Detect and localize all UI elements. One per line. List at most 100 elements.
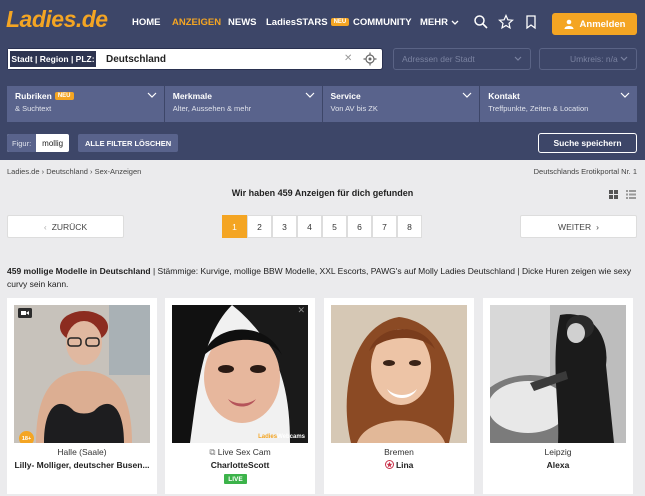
- chevron-down-icon: [620, 56, 628, 61]
- new-badge: NEU: [330, 18, 350, 26]
- filter-rubriken[interactable]: Rubriken NEU & Suchtext: [7, 86, 165, 122]
- active-filter-value: mollig: [42, 138, 64, 148]
- breadcrumb-separator: ›: [90, 167, 93, 176]
- star-badge-icon: [384, 460, 394, 469]
- breadcrumb-item[interactable]: Deutschland: [46, 167, 88, 176]
- nav-mehr-label: MEHR: [420, 17, 448, 28]
- chevron-right-icon: ›: [596, 221, 599, 232]
- result-count: Wir haben 459 Anzeigen für dich gefunden: [231, 188, 414, 198]
- filter-title: Merkmale: [172, 91, 212, 101]
- profile-photo[interactable]: 18+: [14, 305, 150, 443]
- breadcrumb: Ladies.de › Deutschland › Sex-Anzeigen: [7, 167, 141, 176]
- watermark-b: Webcams: [277, 434, 305, 440]
- card-city: Leipzig: [544, 447, 572, 457]
- card-name[interactable]: Lilly- Molliger, deutscher Busen...: [7, 460, 157, 470]
- breadcrumb-separator: ›: [41, 167, 45, 176]
- radius-select[interactable]: Umkreis: n/a: [539, 48, 637, 70]
- new-badge: NEU: [54, 92, 74, 100]
- search-input[interactable]: Deutschland: [106, 54, 166, 65]
- logo[interactable]: Ladies.de: [6, 6, 108, 33]
- chevron-down-icon: [462, 92, 472, 98]
- search-icon[interactable]: [473, 14, 489, 30]
- locate-icon[interactable]: [363, 52, 377, 66]
- filter-title: Service: [330, 91, 361, 101]
- profile-photo[interactable]: [331, 305, 467, 443]
- nav-home[interactable]: HOME: [132, 17, 161, 28]
- bookmark-icon[interactable]: [523, 14, 539, 30]
- page-7[interactable]: 7: [372, 215, 397, 238]
- description-headline: 459 mollige Modelle in Deutschland: [7, 266, 151, 276]
- radius-placeholder: Umkreis: n/a: [570, 54, 618, 64]
- live-badge: LIVE: [224, 474, 247, 484]
- card-name[interactable]: CharlotteScott: [165, 460, 315, 470]
- prev-page-label: ZURÜCK: [51, 221, 88, 232]
- chevron-down-icon: [514, 56, 522, 61]
- filter-subtitle: Alter, Aussehen & mehr: [172, 104, 252, 113]
- search-label: Stadt | Region | PLZ:: [8, 49, 98, 69]
- nav-news[interactable]: NEWS: [228, 17, 257, 28]
- location-search[interactable]: Stadt | Region | PLZ: Deutschland ✕: [7, 48, 383, 70]
- chevron-down-icon: [451, 20, 459, 25]
- card-city: Bremen: [384, 447, 414, 457]
- next-page-button[interactable]: WEITER ›: [520, 215, 637, 238]
- webcam-watermark: LadiesWebcams: [258, 434, 305, 440]
- filter-subtitle: Von AV bis ZK: [330, 104, 378, 113]
- page-8[interactable]: 8: [397, 215, 422, 238]
- grid-view-icon[interactable]: [609, 190, 618, 199]
- chevron-down-icon: [620, 92, 630, 98]
- card-name[interactable]: Lina: [324, 460, 474, 470]
- chevron-down-icon: [305, 92, 314, 98]
- page-3[interactable]: 3: [272, 215, 297, 238]
- address-select[interactable]: Adressen der Stadt: [393, 48, 531, 70]
- nav-anzeigen[interactable]: ANZEIGEN: [172, 17, 221, 28]
- card-city-label: Live Sex Cam: [217, 447, 271, 457]
- star-icon[interactable]: [498, 14, 514, 30]
- chevron-down-icon: [147, 92, 157, 98]
- close-icon[interactable]: ✕: [297, 305, 305, 316]
- profile-photo-image: [14, 305, 150, 443]
- page-5[interactable]: 5: [322, 215, 347, 238]
- clear-filters-button[interactable]: ALLE FILTER LÖSCHEN: [78, 134, 179, 152]
- filter-subtitle: & Suchtext: [15, 104, 52, 113]
- nav-community[interactable]: COMMUNITY: [353, 17, 412, 28]
- address-placeholder: Adressen der Stadt: [402, 54, 475, 64]
- category-description: 459 mollige Modelle in Deutschland | Stä…: [7, 265, 635, 290]
- filter-title: Kontakt: [488, 91, 520, 101]
- login-button[interactable]: Anmelden: [552, 13, 637, 35]
- page-6[interactable]: 6: [347, 215, 372, 238]
- nav-ladiesstars[interactable]: LadiesSTARS NEU: [266, 17, 350, 28]
- video-icon: [18, 308, 32, 318]
- page-1[interactable]: 1: [222, 215, 247, 238]
- active-filter-chip[interactable]: Figur: mollig: [7, 134, 70, 152]
- card-city: ⧉ Live Sex Cam: [165, 447, 315, 458]
- nav-mehr[interactable]: MEHR: [420, 17, 459, 28]
- page-4[interactable]: 4: [297, 215, 322, 238]
- filter-bar: Rubriken NEU & Suchtext Merkmale Alter, A…: [7, 86, 637, 122]
- page-2[interactable]: 2: [247, 215, 272, 238]
- prev-page-button[interactable]: ‹ ZURÜCK: [7, 215, 124, 238]
- filter-merkmale[interactable]: Merkmale Alter, Aussehen & mehr: [165, 86, 323, 122]
- filter-title: Rubriken: [15, 91, 52, 101]
- filter-kontakt[interactable]: Kontakt Treffpunkte, Zeiten & Location: [480, 86, 637, 122]
- card-name[interactable]: Alexa: [483, 460, 633, 470]
- next-page-label: WEITER: [558, 221, 592, 232]
- list-view-icon[interactable]: [626, 190, 636, 199]
- clear-icon[interactable]: ✕: [344, 53, 352, 64]
- watermark-a: Ladies: [258, 434, 278, 440]
- active-filter-label: Figur:: [7, 134, 37, 152]
- user-icon: [564, 19, 574, 29]
- profile-card[interactable]: ✕ LadiesWebcams ⧉ Live Sex Cam Charlotte…: [165, 298, 315, 494]
- profile-card[interactable]: Bremen Lina: [324, 298, 474, 494]
- profile-card[interactable]: 18+ Halle (Saale) Lilly- Molliger, deuts…: [7, 298, 157, 494]
- profile-photo[interactable]: [490, 305, 626, 443]
- filter-service[interactable]: Service Von AV bis ZK: [323, 86, 481, 122]
- profile-photo[interactable]: ✕ LadiesWebcams: [172, 305, 308, 443]
- profile-photo-image: [172, 305, 308, 443]
- filter-subtitle: Treffpunkte, Zeiten & Location: [488, 104, 589, 113]
- age-badge: 18+: [19, 431, 34, 443]
- profile-card[interactable]: Leipzig Alexa: [483, 298, 633, 494]
- profile-photo-image: [490, 305, 626, 443]
- breadcrumb-item[interactable]: Sex-Anzeigen: [95, 167, 142, 176]
- save-search-button[interactable]: Suche speichern: [538, 133, 637, 153]
- breadcrumb-item[interactable]: Ladies.de: [7, 167, 40, 176]
